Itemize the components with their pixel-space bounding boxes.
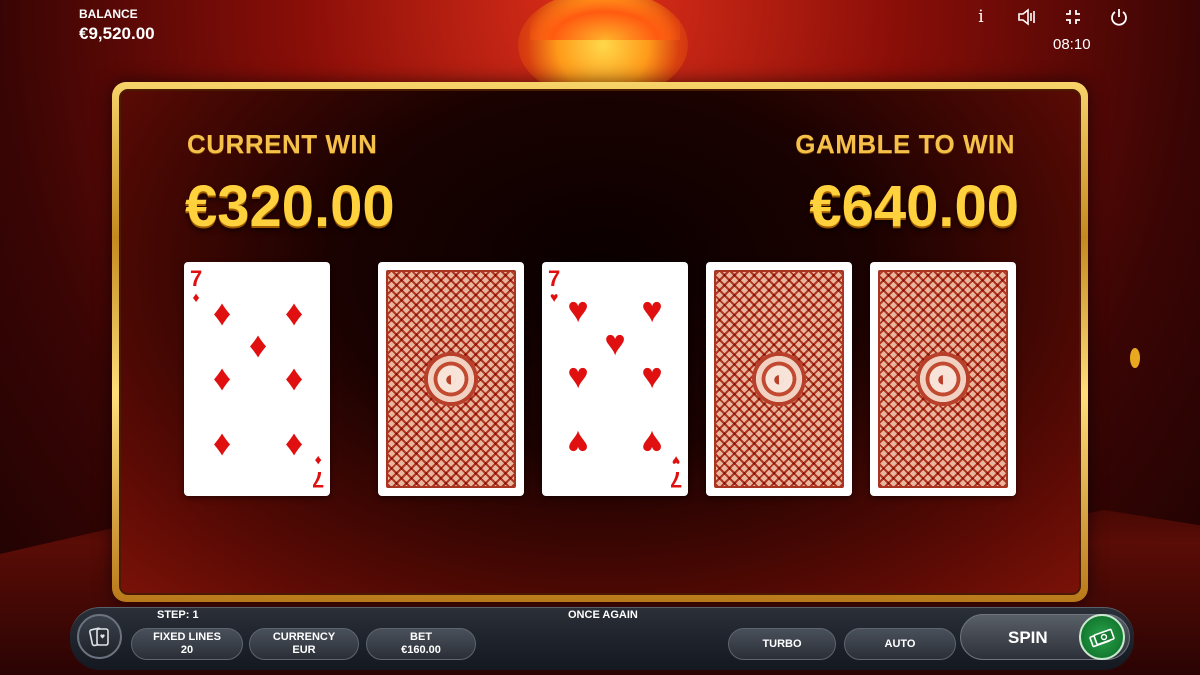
- info-icon[interactable]: i: [970, 6, 992, 28]
- clock: 08:10: [1053, 36, 1091, 53]
- diamond-pip: ♦: [212, 357, 232, 398]
- status-message: ONCE AGAIN: [568, 609, 638, 621]
- diamond-pip: ♦: [212, 422, 232, 463]
- fixed-lines-display: FIXED LINES 20: [131, 628, 243, 660]
- cash-icon[interactable]: [1079, 614, 1125, 660]
- gamble-to-win-value: €640.00: [809, 174, 1019, 239]
- card-emblem-icon: ◐: [916, 352, 970, 406]
- auto-button[interactable]: AUTO: [844, 628, 956, 660]
- gamble-cards-icon[interactable]: [77, 614, 122, 659]
- card-back-2[interactable]: ◐: [706, 262, 852, 496]
- gamble-to-win-label: GAMBLE TO WIN: [795, 129, 1015, 159]
- current-win-value: €320.00: [185, 174, 395, 239]
- flame-decoration: [530, 0, 680, 40]
- balance-value: €9,520.00: [79, 24, 155, 43]
- currency-button[interactable]: CURRENCY EUR: [249, 628, 359, 660]
- diamond-pip: ♦: [248, 324, 268, 365]
- card-back-3[interactable]: ◐: [870, 262, 1016, 496]
- heart-pip: ♥: [641, 355, 663, 396]
- coin-decoration: [1130, 348, 1140, 368]
- heart-pip: ♥: [567, 289, 589, 330]
- power-icon[interactable]: [1108, 6, 1130, 28]
- balance-label: BALANCE: [79, 7, 138, 21]
- card-corner: 7 ♥: [669, 453, 682, 492]
- bet-button[interactable]: BET €160.00: [366, 628, 476, 660]
- card-corner: 7 ♥: [548, 266, 561, 305]
- heart-pip: ♥: [604, 322, 626, 363]
- card-emblem-icon: ◐: [424, 352, 478, 406]
- diamond-pip: ♦: [284, 357, 304, 398]
- spin-label: SPIN: [1008, 628, 1048, 647]
- dealer-card: 7 ♦ ♦ ♦ ♦ ♦ ♦ ♦ ♦ 7 ♦: [184, 262, 330, 496]
- diamond-pip: ♦: [284, 422, 304, 463]
- card-emblem-icon: ◐: [752, 352, 806, 406]
- heart-pip: ♥: [567, 355, 589, 396]
- sound-icon[interactable]: [1016, 6, 1038, 28]
- card-corner: 7 ♦: [190, 266, 203, 305]
- diamond-pip: ♦: [284, 292, 304, 333]
- gamble-panel: CURRENT WIN €320.00 GAMBLE TO WIN €640.0…: [112, 82, 1088, 602]
- heart-pip: ♥: [567, 423, 589, 464]
- selected-card[interactable]: 7 ♥ ♥ ♥ ♥ ♥ ♥ ♥ ♥ 7 ♥: [542, 262, 688, 496]
- card-corner: 7 ♦: [311, 453, 324, 492]
- gamble-panel-inner: CURRENT WIN €320.00 GAMBLE TO WIN €640.0…: [119, 89, 1081, 595]
- fullscreen-icon[interactable]: [1062, 6, 1084, 28]
- diamond-pip: ♦: [212, 292, 232, 333]
- heart-pip: ♥: [641, 423, 663, 464]
- card-back-1[interactable]: ◐: [378, 262, 524, 496]
- step-label: STEP: 1: [157, 609, 199, 621]
- turbo-button[interactable]: TURBO: [728, 628, 836, 660]
- top-toolbar: i: [970, 6, 1130, 28]
- current-win-label: CURRENT WIN: [187, 129, 378, 159]
- heart-pip: ♥: [641, 289, 663, 330]
